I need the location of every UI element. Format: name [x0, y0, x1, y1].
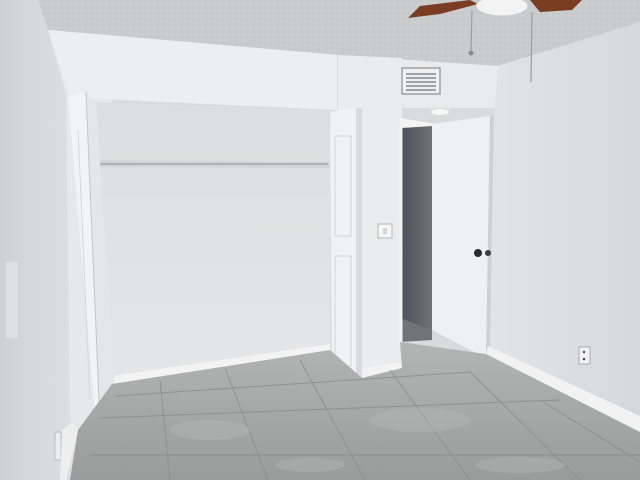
- wall-outlet-right: [578, 346, 591, 365]
- bifold-door-right-edge[interactable]: [356, 106, 362, 402]
- hallway-light: [431, 109, 449, 115]
- door-knob[interactable]: [474, 249, 482, 257]
- bedroom-scene: [0, 0, 640, 480]
- left-wall-light-patch: [6, 262, 18, 338]
- room-door[interactable]: [432, 116, 490, 358]
- dark-hallway: [402, 126, 432, 340]
- closet-interior: [96, 102, 330, 384]
- fan-light-dome: [475, 0, 529, 17]
- wall-outlet-left: [54, 431, 62, 461]
